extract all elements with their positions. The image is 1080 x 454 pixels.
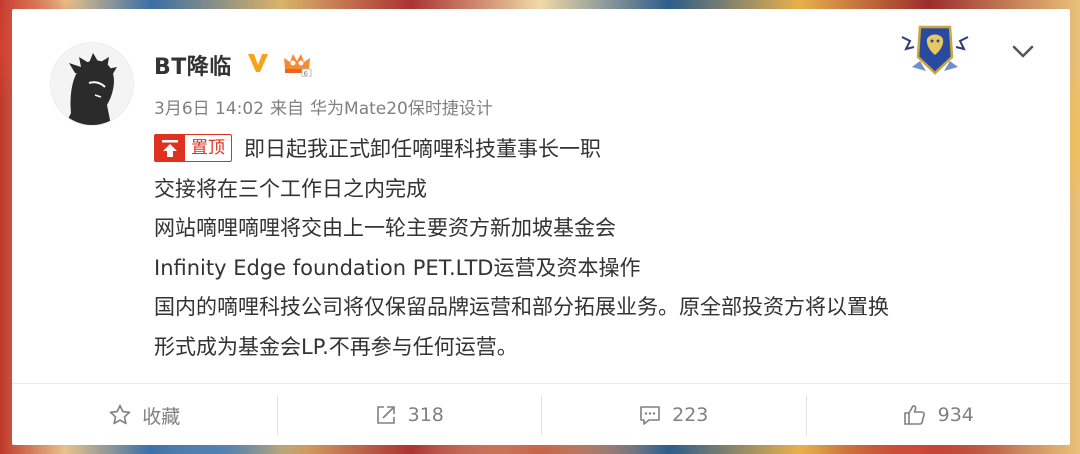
post-line: 形式成为基金会LP.不再参与任何运营。	[154, 334, 518, 359]
avatar[interactable]	[50, 42, 134, 126]
repost-count: 318	[407, 404, 444, 426]
source-device[interactable]: 华为Mate20保时捷设计	[310, 99, 493, 119]
username[interactable]: BT降临	[154, 49, 232, 81]
thumbs-up-icon	[903, 405, 925, 425]
pinned-badge: 置顶	[154, 134, 232, 162]
comment-button[interactable]: 223	[541, 395, 806, 435]
avatar-image	[51, 43, 133, 125]
favorite-button[interactable]: 收藏	[12, 395, 277, 435]
source-prefix: 来自	[270, 99, 305, 119]
crown-badge-icon[interactable]: 6	[282, 51, 312, 77]
post-meta: 3月6日 14:02 来自 华为Mate20保时捷设计	[154, 94, 499, 119]
post-line: Infinity Edge foundation PET.LTD运营及资本操作	[154, 255, 641, 280]
star-icon	[109, 404, 131, 425]
pinned-label: 置顶	[191, 138, 225, 158]
post-line: 置顶 即日起我正式卸任嘀哩科技董事长一职	[154, 130, 1054, 170]
post-date[interactable]: 3月6日 14:02	[154, 99, 264, 119]
like-count: 934	[937, 404, 974, 426]
post-line: 网站嘀哩嘀哩将交由上一轮主要资方新加坡基金会	[154, 216, 616, 240]
post-line-text: 即日起我正式卸任嘀哩科技董事长一职	[244, 137, 601, 161]
verified-v-icon[interactable]	[246, 51, 270, 75]
post-line: 交接将在三个工作日之内完成	[154, 176, 427, 201]
repost-button[interactable]: 318	[276, 395, 542, 435]
pin-icon	[155, 135, 185, 161]
svg-text:6: 6	[304, 70, 309, 77]
favorite-label: 收藏	[142, 405, 181, 428]
comment-bubble-icon	[640, 406, 660, 425]
like-button[interactable]: 934	[805, 395, 1071, 435]
post-line: 国内的嘀哩科技公司将仅保留品牌运营和部分拓展业务。原全部投资方将以置换	[154, 295, 889, 319]
comment-count: 223	[672, 404, 709, 426]
share-arrow-icon	[376, 406, 395, 424]
chevron-down-icon[interactable]	[1008, 39, 1038, 63]
alliance-shield-icon[interactable]	[896, 21, 974, 79]
action-bar: 收藏 318 223 934	[12, 383, 1070, 446]
weibo-post-card: BT降临 6 3月6日 14:02 来自 华为Mate20保时捷设计 置顶 即日起我正…	[12, 9, 1070, 445]
post-content: 置顶 即日起我正式卸任嘀哩科技董事长一职 交接将在三个工作日之内完成 网站嘀哩嘀哩…	[154, 130, 1054, 367]
